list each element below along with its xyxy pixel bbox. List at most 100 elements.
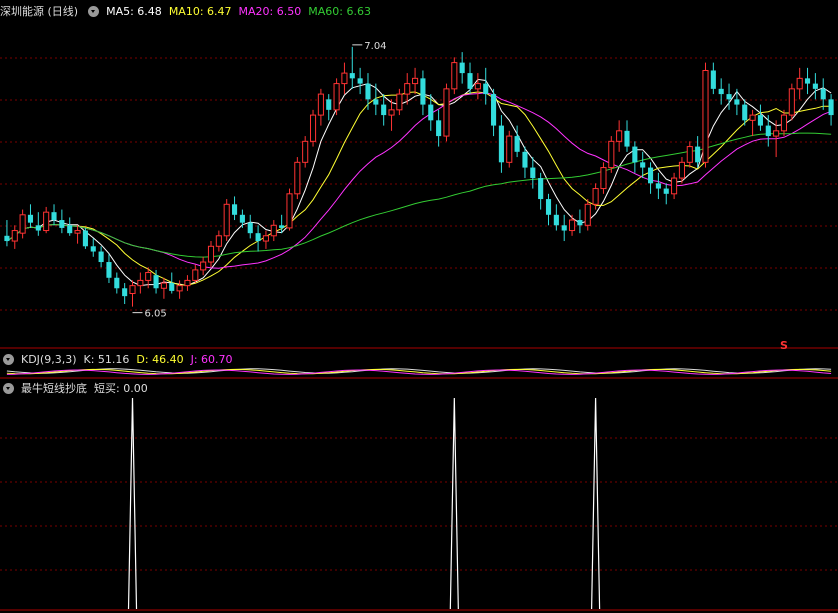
candle-body [35,225,41,231]
candle-body [412,77,419,85]
candle-body [600,167,607,190]
candle-body [302,140,309,163]
candle-body [231,204,238,215]
candle-body [192,269,199,281]
candle-body [294,161,301,195]
signal-s-marker: S [780,339,788,352]
candle-body [43,211,50,232]
candle-body [749,114,756,121]
candle-body [106,262,112,278]
candle-body [239,214,245,223]
candle-body [90,246,96,252]
ma5-label: MA5: 6.48 [106,4,162,18]
candle-body [788,88,795,116]
candle-body [702,69,709,163]
candle-body [451,62,458,90]
candle-body [176,285,183,292]
candle-body [420,78,426,105]
candle-body [780,114,788,132]
candle-body [129,285,136,295]
candle-body [122,288,128,297]
candle-body [286,193,293,229]
candle-body [82,230,88,247]
candle-body [647,167,654,184]
candle-body [624,130,630,147]
signal-title: 最牛短线抄底 [21,382,87,395]
main-chart-header: 深圳能源 (日线) MA5: 6.48 MA10: 6.47 MA20: 6.5… [0,3,378,19]
candle-body [686,146,693,163]
candle-body [796,77,803,90]
candle-body [592,188,599,205]
candle-body [436,120,442,137]
candle-body [561,225,567,231]
candle-body [404,83,411,95]
signal-spike [449,397,459,610]
ma60-label: MA60: 6.63 [308,4,371,18]
candle-body [215,235,222,247]
candle-body [655,183,661,189]
candle-body [678,161,685,179]
candle-body [145,272,152,281]
candle-body [671,177,678,195]
candle-body [616,130,623,142]
candle-body [51,212,57,221]
ma20-label: MA20: 6.50 [238,4,302,18]
candle-body [584,203,591,226]
candle-body [270,224,277,237]
candle-body [663,188,669,194]
candle-body [577,220,583,226]
candle-body [11,230,18,242]
candle-body [765,125,771,137]
candle-body [545,199,552,215]
candle-body [530,167,536,179]
candle-body [381,104,387,116]
candle-body [67,225,73,234]
kdj-k-label: K: 51.16 [83,352,130,366]
chevron-down-icon[interactable] [3,382,14,394]
chevron-down-icon[interactable] [88,5,100,17]
candle-body [820,88,826,100]
candle-body [200,261,207,271]
candle-body [467,73,473,89]
candle-body [357,78,363,84]
candle-body [365,83,371,100]
candle-body [498,125,504,163]
candle-body [4,235,10,242]
signal-spike [591,397,601,610]
candle-body [522,151,528,168]
candle-body [207,245,215,263]
candle-body [388,109,395,116]
candle-body [443,88,450,137]
kdj-j-label: J: 60.70 [190,352,233,366]
candle-body [640,162,646,168]
candle-body [491,94,497,126]
price-marker-label: 6.05 [145,309,167,320]
chevron-down-icon[interactable] [3,353,14,365]
candle-body [553,214,559,226]
candle-body [428,104,434,121]
stock-chart[interactable]: 7.04 6.05 S [0,0,838,613]
candle-body [59,220,65,228]
candle-body [710,70,716,89]
candle-body [695,146,701,163]
candle-body [317,93,324,116]
candle-body [474,83,481,90]
candle-body [169,283,175,291]
candle-body [373,99,379,105]
candle-body [538,178,544,200]
ma10-label: MA10: 6.47 [168,4,232,18]
candle-body [828,99,834,116]
candle-body [279,225,285,228]
candle-body [349,73,355,79]
candle-body [326,99,332,110]
candle-body [27,214,34,223]
signal-spike [127,397,138,610]
candle-body [812,83,818,89]
candle-body [114,277,120,289]
kdj-d-label: D: 46.40 [136,352,184,366]
candle-body [74,230,81,234]
signal-value-label: 短买: 0.00 [94,382,148,395]
candle-body [255,233,261,242]
candle-body [160,282,167,289]
candle-body [459,62,465,74]
